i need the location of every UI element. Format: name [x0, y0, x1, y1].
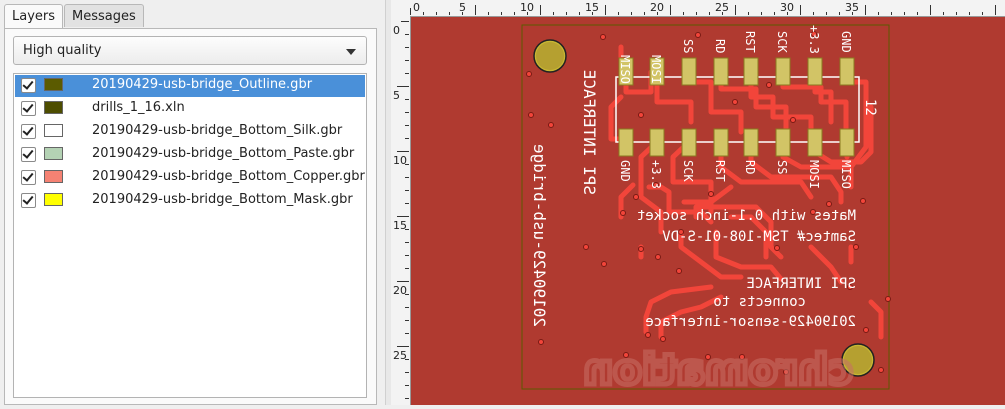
layer-visibility-checkbox[interactable]	[21, 193, 36, 208]
layer-name: 20190429-usb-bridge_Bottom_Mask.gbr	[92, 192, 353, 207]
layer-visibility-checkbox[interactable]	[21, 147, 36, 162]
board-canvas[interactable]: MISO MOSI SS RD RST SCK +3.3 GND GND +3.…	[411, 17, 1005, 405]
layer-row-drills[interactable]: drills_1_16.xln	[15, 98, 365, 120]
ruler-corner	[391, 0, 411, 17]
layer-name: 20190429-usb-bridge_Bottom_Copper.gbr	[92, 169, 365, 184]
horizontal-ruler: 0 5 10 15 20 25 30 35	[410, 0, 1005, 17]
chromation-logo: chromation	[583, 345, 853, 394]
note-sensor-interface: 20190429-sensor-interface	[645, 314, 856, 330]
pin-count-label: 12	[862, 99, 878, 116]
layer-name: 20190429-usb-bridge_Bottom_Silk.gbr	[92, 123, 343, 138]
layer-name: 20190429-usb-bridge_Bottom_Paste.gbr	[92, 146, 355, 161]
pin-label: MOSI	[807, 160, 821, 189]
ruler-label: 0	[413, 1, 420, 14]
pin-label: SS	[681, 39, 695, 53]
board-name-vertical: 20190429-usb-bridge	[530, 144, 549, 327]
layer-color-swatch[interactable]	[44, 101, 63, 114]
layer-visibility-checkbox[interactable]	[21, 124, 36, 139]
layers-panel: Layers Messages High quality 20190429-us…	[0, 0, 385, 405]
tab-messages[interactable]: Messages	[64, 4, 144, 27]
pin-label: RD	[713, 39, 727, 53]
layers-tab-content: High quality 20190429-usb-bridge_Outline…	[4, 28, 377, 405]
ruler-label: 30	[780, 1, 794, 14]
ruler-label: 25	[715, 1, 729, 14]
note-mates: Mates with 0.1-inch socket	[637, 208, 856, 224]
ruler-label: 20	[650, 1, 664, 14]
layer-row-bottom-silk[interactable]: 20190429-usb-bridge_Bottom_Silk.gbr	[15, 121, 365, 143]
ruler-label: 25	[393, 349, 407, 362]
note-spi-interface: SPI INTERFACE	[746, 276, 856, 292]
pin-label: SS	[775, 160, 789, 174]
ruler-label: 20	[393, 284, 407, 297]
layer-color-swatch[interactable]	[44, 193, 63, 206]
ruler-label: 5	[459, 1, 466, 14]
tab-layers[interactable]: Layers	[4, 4, 64, 29]
render-quality-dropdown[interactable]: High quality	[13, 36, 367, 65]
gerber-viewer: 0 5 10 15 20 25 30 35 0 5 10 15 20 25 MI…	[391, 0, 1005, 405]
pin-label: RST	[713, 160, 727, 182]
tab-bar: Layers Messages	[4, 4, 145, 29]
pin-label: +3.3	[649, 160, 663, 189]
layer-color-swatch[interactable]	[44, 124, 63, 137]
layer-name: 20190429-usb-bridge_Outline.gbr	[92, 77, 313, 92]
ruler-label: 35	[845, 1, 859, 14]
vertical-ruler: 0 5 10 15 20 25	[391, 16, 411, 405]
pin-label: MOSI	[649, 55, 663, 84]
ruler-label: 0	[393, 24, 400, 37]
layer-row-bottom-paste[interactable]: 20190429-usb-bridge_Bottom_Paste.gbr	[15, 144, 365, 166]
pin-label: MISO	[618, 55, 632, 84]
pin-label: +3.3	[807, 25, 821, 54]
ruler-label: 5	[393, 89, 400, 102]
ruler-label: 10	[520, 1, 534, 14]
layer-visibility-checkbox[interactable]	[21, 170, 36, 185]
chevron-down-icon	[346, 49, 356, 55]
pin-label: RD	[743, 160, 757, 174]
ruler-label: 15	[393, 219, 407, 232]
pin-label: GND	[618, 160, 632, 182]
layer-color-swatch[interactable]	[44, 147, 63, 160]
spi-interface-vertical: SPI INTERFACE	[580, 70, 599, 195]
pin-label: MISO	[839, 160, 853, 189]
note-connects-to: connects to	[713, 294, 806, 310]
layer-color-swatch[interactable]	[44, 78, 63, 91]
layer-name: drills_1_16.xln	[92, 100, 185, 115]
render-quality-value: High quality	[23, 43, 102, 58]
ruler-label: 15	[585, 1, 599, 14]
layer-row-outline[interactable]: 20190429-usb-bridge_Outline.gbr	[15, 75, 365, 97]
layer-row-bottom-mask[interactable]: 20190429-usb-bridge_Bottom_Mask.gbr	[15, 190, 365, 212]
layer-list[interactable]: 20190429-usb-bridge_Outline.gbr drills_1…	[13, 73, 367, 398]
pin-label: RST	[743, 31, 757, 53]
pin-label: SCK	[775, 31, 789, 53]
layer-row-bottom-copper[interactable]: 20190429-usb-bridge_Bottom_Copper.gbr	[15, 167, 365, 189]
pin-label: GND	[839, 31, 853, 53]
layer-visibility-checkbox[interactable]	[21, 78, 36, 93]
layer-color-swatch[interactable]	[44, 170, 63, 183]
ruler-label: 10	[393, 154, 407, 167]
layer-visibility-checkbox[interactable]	[21, 101, 36, 116]
pin-label: SCK	[681, 160, 695, 182]
note-samtec: Samtec# TSM-108-01-S-DV	[662, 229, 856, 245]
